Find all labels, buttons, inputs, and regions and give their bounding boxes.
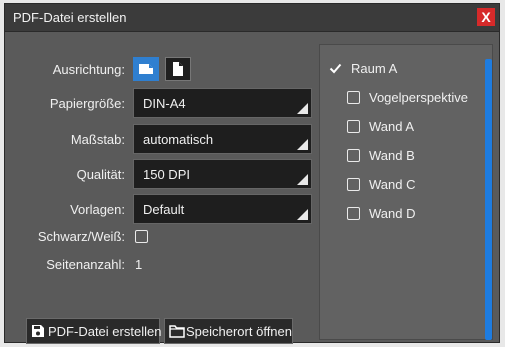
- scale-label: Maßstab:: [70, 132, 125, 147]
- view-checkbox[interactable]: [347, 120, 360, 133]
- templates-label: Vorlagen:: [70, 202, 125, 217]
- dropdown-corner-icon: [297, 139, 308, 150]
- pdf-export-dialog: PDF-Datei erstellen X Ausrichtung: Papie…: [4, 3, 500, 344]
- bw-label: Schwarz/Weiß:: [37, 229, 125, 244]
- page-count-label: Seitenanzahl:: [46, 257, 125, 272]
- close-button[interactable]: X: [477, 8, 495, 26]
- open-location-button[interactable]: Speicherort öffnen: [164, 318, 293, 344]
- checkmark-icon[interactable]: [329, 62, 342, 75]
- views-panel: Raum A Vogelperspektive Wand A Wand B Wa…: [319, 44, 493, 340]
- orientation-label: Ausrichtung:: [52, 62, 125, 77]
- portrait-orientation-button[interactable]: [165, 57, 191, 81]
- scale-value: automatisch: [143, 132, 214, 147]
- view-item-label: Wand A: [369, 119, 415, 134]
- landscape-page-icon: [139, 64, 153, 74]
- scale-select[interactable]: automatisch: [133, 124, 312, 154]
- title-bar: PDF-Datei erstellen X: [5, 4, 499, 32]
- dropdown-corner-icon: [297, 103, 308, 114]
- landscape-orientation-button[interactable]: [133, 57, 159, 81]
- view-item-label: Wand B: [369, 148, 415, 163]
- open-location-label: Speicherort öffnen: [186, 324, 292, 339]
- folder-icon: [169, 325, 185, 338]
- paper-size-value: DIN-A4: [143, 96, 186, 111]
- view-item-label: Vogelperspektive: [369, 90, 469, 105]
- templates-select[interactable]: Default: [133, 194, 312, 224]
- views-scrollbar[interactable]: [485, 59, 492, 340]
- create-pdf-label: PDF-Datei erstellen: [48, 324, 162, 339]
- dropdown-corner-icon: [297, 209, 308, 220]
- view-item-label: Wand D: [369, 206, 416, 221]
- dialog-title: PDF-Datei erstellen: [13, 10, 127, 25]
- view-checkbox[interactable]: [347, 149, 360, 162]
- quality-label: Qualität:: [76, 167, 125, 182]
- paper-size-label: Papiergröße:: [49, 96, 125, 111]
- page-count-value: 1: [135, 257, 143, 272]
- view-checkbox[interactable]: [347, 178, 360, 191]
- paper-size-select[interactable]: DIN-A4: [133, 88, 312, 118]
- view-item-label: Raum A: [351, 61, 398, 76]
- view-checkbox[interactable]: [347, 207, 360, 220]
- bw-checkbox[interactable]: [135, 230, 148, 243]
- quality-value: 150 DPI: [143, 167, 190, 182]
- view-item-label: Wand C: [369, 177, 416, 192]
- templates-value: Default: [143, 202, 185, 217]
- dropdown-corner-icon: [297, 174, 308, 185]
- create-pdf-button[interactable]: PDF-Datei erstellen: [26, 318, 162, 344]
- portrait-page-icon: [173, 62, 183, 76]
- quality-select[interactable]: 150 DPI: [133, 159, 312, 189]
- view-checkbox[interactable]: [347, 91, 360, 104]
- save-disk-icon: [32, 325, 44, 337]
